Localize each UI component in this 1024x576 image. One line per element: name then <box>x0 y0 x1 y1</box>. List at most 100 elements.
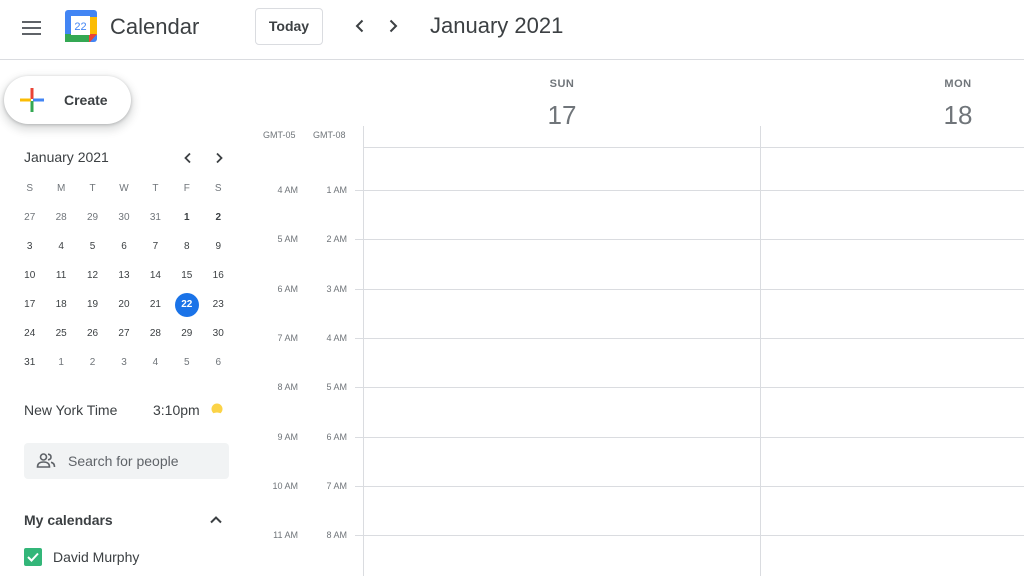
day-number[interactable]: 31 <box>18 351 42 375</box>
previous-period-button[interactable] <box>348 14 372 38</box>
chevron-up-icon[interactable] <box>206 510 226 530</box>
day-number[interactable]: 4 <box>49 235 73 259</box>
day-number[interactable]: 13 <box>112 264 136 288</box>
mini-calendar-day[interactable]: 31 <box>140 203 171 232</box>
mini-calendar-previous-month-button[interactable] <box>179 149 197 167</box>
mini-calendar-day[interactable]: 3 <box>108 348 139 377</box>
mini-calendar-day[interactable]: 4 <box>45 232 76 261</box>
create-button[interactable]: Create <box>4 76 131 124</box>
mini-calendar-day[interactable]: 2 <box>77 348 108 377</box>
day-number[interactable]: 8 <box>175 235 199 259</box>
day-number[interactable]: 17 <box>532 100 592 131</box>
day-number[interactable]: 14 <box>143 264 167 288</box>
day-number[interactable]: 3 <box>112 351 136 375</box>
mini-calendar-day[interactable]: 27 <box>14 203 45 232</box>
day-number[interactable]: 3 <box>18 235 42 259</box>
day-number[interactable]: 4 <box>143 351 167 375</box>
day-number[interactable]: 22 <box>174 292 199 317</box>
day-number[interactable]: 30 <box>112 206 136 230</box>
mini-calendar-day[interactable]: 20 <box>108 290 139 319</box>
mini-calendar-day[interactable]: 28 <box>140 319 171 348</box>
day-number[interactable]: 5 <box>175 351 199 375</box>
mini-calendar-day[interactable]: 19 <box>77 290 108 319</box>
day-number[interactable]: 28 <box>143 322 167 346</box>
day-number[interactable]: 12 <box>81 264 105 288</box>
search-people-input[interactable]: Search for people <box>24 443 229 479</box>
mini-calendar-day[interactable]: 3 <box>14 232 45 261</box>
mini-calendar-day[interactable]: 5 <box>77 232 108 261</box>
mini-calendar-day[interactable]: 22 <box>171 290 202 319</box>
day-number[interactable]: 25 <box>49 322 73 346</box>
mini-calendar-day[interactable]: 28 <box>45 203 76 232</box>
day-number[interactable]: 28 <box>49 206 73 230</box>
day-number[interactable]: 20 <box>112 293 136 317</box>
calendar-logo-icon[interactable]: 22 <box>64 9 98 43</box>
mini-calendar-day[interactable]: 30 <box>108 203 139 232</box>
mini-calendar-day[interactable]: 24 <box>14 319 45 348</box>
day-number[interactable]: 1 <box>49 351 73 375</box>
mini-calendar-day[interactable]: 9 <box>203 232 234 261</box>
mini-calendar-day[interactable]: 11 <box>45 261 76 290</box>
mini-calendar-day[interactable]: 1 <box>45 348 76 377</box>
mini-calendar-day[interactable]: 25 <box>45 319 76 348</box>
day-number[interactable]: 23 <box>206 293 230 317</box>
day-header-mon[interactable]: MON 18 <box>928 78 988 131</box>
day-number[interactable]: 15 <box>175 264 199 288</box>
day-number[interactable]: 10 <box>18 264 42 288</box>
mini-calendar-day[interactable]: 30 <box>203 319 234 348</box>
day-number[interactable]: 27 <box>18 206 42 230</box>
day-number[interactable]: 29 <box>175 322 199 346</box>
day-number[interactable]: 1 <box>175 206 199 230</box>
day-number[interactable]: 24 <box>18 322 42 346</box>
mini-calendar-day[interactable]: 21 <box>140 290 171 319</box>
day-number[interactable]: 6 <box>112 235 136 259</box>
day-number[interactable]: 11 <box>49 264 73 288</box>
day-number[interactable]: 31 <box>143 206 167 230</box>
day-number[interactable]: 17 <box>18 293 42 317</box>
mini-calendar-day[interactable]: 13 <box>108 261 139 290</box>
day-number[interactable]: 16 <box>206 264 230 288</box>
main-menu-icon[interactable] <box>20 16 44 40</box>
calendar-checkbox-david-murphy[interactable] <box>24 548 42 566</box>
day-number[interactable]: 27 <box>112 322 136 346</box>
day-number[interactable]: 19 <box>81 293 105 317</box>
mini-calendar-day[interactable]: 17 <box>14 290 45 319</box>
mini-calendar-day[interactable]: 16 <box>203 261 234 290</box>
mini-calendar-day[interactable]: 8 <box>171 232 202 261</box>
day-number[interactable]: 30 <box>206 322 230 346</box>
day-number[interactable]: 29 <box>81 206 105 230</box>
mini-calendar-week: 31 1 2 3 4 5 6 <box>14 348 234 377</box>
day-header-sun[interactable]: SUN 17 <box>532 78 592 131</box>
mini-calendar-day[interactable]: 6 <box>108 232 139 261</box>
next-period-button[interactable] <box>381 14 405 38</box>
mini-calendar-day[interactable]: 5 <box>171 348 202 377</box>
mini-calendar-day[interactable]: 18 <box>45 290 76 319</box>
mini-calendar-day[interactable]: 14 <box>140 261 171 290</box>
mini-calendar-day[interactable]: 12 <box>77 261 108 290</box>
mini-calendar-day[interactable]: 1 <box>171 203 202 232</box>
day-number[interactable]: 7 <box>143 235 167 259</box>
mini-calendar-day[interactable]: 7 <box>140 232 171 261</box>
day-number[interactable]: 5 <box>81 235 105 259</box>
mini-calendar-day[interactable]: 2 <box>203 203 234 232</box>
day-number[interactable]: 26 <box>81 322 105 346</box>
mini-calendar-day[interactable]: 29 <box>77 203 108 232</box>
day-number[interactable]: 18 <box>49 293 73 317</box>
mini-calendar-day[interactable]: 26 <box>77 319 108 348</box>
day-number[interactable]: 6 <box>206 351 230 375</box>
day-number[interactable]: 18 <box>928 100 988 131</box>
mini-calendar-day[interactable]: 31 <box>14 348 45 377</box>
mini-calendar-day[interactable]: 4 <box>140 348 171 377</box>
today-button[interactable]: Today <box>255 8 323 45</box>
day-number[interactable]: 2 <box>206 206 230 230</box>
mini-calendar-day[interactable]: 10 <box>14 261 45 290</box>
mini-calendar-day[interactable]: 27 <box>108 319 139 348</box>
mini-calendar-day[interactable]: 15 <box>171 261 202 290</box>
day-number[interactable]: 9 <box>206 235 230 259</box>
day-number[interactable]: 2 <box>81 351 105 375</box>
mini-calendar-day[interactable]: 29 <box>171 319 202 348</box>
day-number[interactable]: 21 <box>143 293 167 317</box>
mini-calendar-next-month-button[interactable] <box>210 149 228 167</box>
mini-calendar-day[interactable]: 6 <box>203 348 234 377</box>
mini-calendar-day[interactable]: 23 <box>203 290 234 319</box>
